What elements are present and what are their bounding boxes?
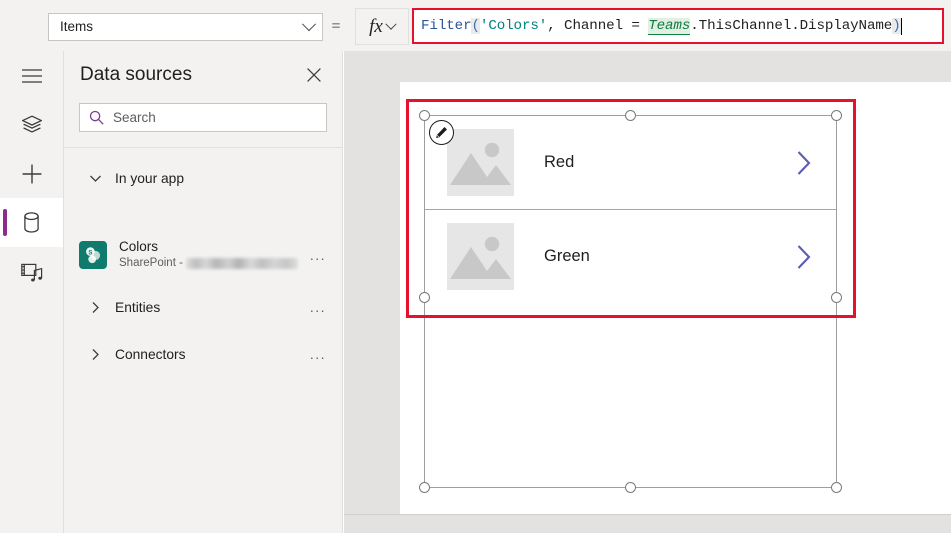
gallery-item[interactable]: Green bbox=[425, 209, 836, 303]
data-source-more-button[interactable]: ... bbox=[303, 248, 333, 262]
redacted-account-email bbox=[185, 257, 298, 269]
gallery-item-label: Red bbox=[544, 153, 575, 171]
group-more-button[interactable]: ... bbox=[303, 347, 333, 361]
rail-item-media[interactable] bbox=[0, 247, 63, 296]
rail-item-insert[interactable] bbox=[0, 149, 63, 198]
formula-token-plain: , Channel = bbox=[547, 17, 649, 34]
database-icon bbox=[24, 212, 39, 233]
search-icon bbox=[89, 110, 104, 125]
close-icon bbox=[307, 68, 321, 82]
svg-text:S: S bbox=[88, 249, 92, 256]
rail-item-menu[interactable] bbox=[0, 51, 63, 100]
chevron-down-icon bbox=[385, 18, 397, 30]
gallery-item-label: Green bbox=[544, 247, 590, 265]
data-sources-panel: Data sources Search In your app S Colors… bbox=[64, 51, 343, 533]
group-label: In your app bbox=[115, 170, 185, 186]
resize-handle-bottom-left[interactable] bbox=[419, 482, 430, 493]
rail-item-tree-view[interactable] bbox=[0, 100, 63, 149]
group-entities[interactable]: Entities ... bbox=[64, 290, 343, 324]
property-dropdown[interactable]: Items bbox=[48, 13, 323, 41]
chevron-right-icon bbox=[78, 301, 112, 314]
edit-gallery-button[interactable] bbox=[429, 120, 454, 145]
search-placeholder: Search bbox=[113, 110, 156, 125]
data-source-subtitle: SharePoint - bbox=[119, 256, 303, 270]
formula-token-paren: ) bbox=[892, 17, 901, 34]
media-icon bbox=[20, 263, 42, 281]
formula-text: Filter('Colors', Channel = Teams.ThisCha… bbox=[421, 17, 901, 35]
fx-icon: fx bbox=[369, 16, 383, 37]
chevron-right-icon[interactable] bbox=[796, 150, 812, 176]
chevron-right-icon[interactable] bbox=[796, 244, 812, 270]
data-source-subtitle-prefix: SharePoint - bbox=[119, 257, 183, 270]
sharepoint-icon: S bbox=[79, 241, 107, 269]
formula-token-str: 'Colors' bbox=[479, 17, 548, 34]
formula-token-fn: Filter bbox=[421, 17, 472, 34]
search-input[interactable]: Search bbox=[79, 103, 327, 132]
chevron-down-icon bbox=[301, 17, 317, 32]
chevron-down-icon bbox=[78, 172, 112, 185]
resize-handle-mid-right[interactable] bbox=[831, 292, 842, 303]
group-label: Connectors bbox=[115, 346, 186, 362]
panel-header: Data sources bbox=[64, 51, 343, 99]
formula-input[interactable]: Filter('Colors', Channel = Teams.ThisCha… bbox=[412, 8, 944, 44]
rail-item-data-sources[interactable] bbox=[0, 198, 63, 247]
panel-title: Data sources bbox=[80, 64, 192, 85]
image-placeholder-icon bbox=[447, 223, 514, 290]
group-in-your-app[interactable]: In your app bbox=[64, 161, 343, 195]
group-label: Entities bbox=[115, 299, 161, 315]
data-source-name: Colors bbox=[119, 239, 159, 255]
image-placeholder-icon bbox=[447, 129, 514, 196]
formula-token-paren: ( bbox=[471, 17, 480, 34]
gallery-item[interactable]: Red bbox=[425, 116, 836, 209]
fx-button[interactable]: fx bbox=[355, 8, 409, 45]
plus-icon bbox=[22, 164, 41, 183]
resize-handle-top-center[interactable] bbox=[625, 110, 636, 121]
data-source-text: Colors SharePoint - bbox=[119, 239, 303, 270]
equals-sign: = bbox=[331, 18, 341, 35]
data-source-item-colors[interactable]: S Colors SharePoint - ... bbox=[64, 233, 343, 277]
powerapps-studio-window: Items = fx Filter('Colors', Channel = Te… bbox=[0, 0, 951, 533]
layers-icon bbox=[21, 115, 42, 133]
formula-token-plain: .ThisChannel.DisplayName bbox=[690, 17, 893, 34]
property-dropdown-value: Items bbox=[60, 19, 94, 35]
left-icon-rail bbox=[0, 51, 64, 533]
resize-handle-bottom-center[interactable] bbox=[625, 482, 636, 493]
text-caret bbox=[900, 17, 903, 35]
resize-handle-top-left[interactable] bbox=[419, 110, 430, 121]
chevron-right-icon bbox=[78, 348, 112, 361]
group-more-button[interactable]: ... bbox=[303, 300, 333, 314]
pencil-icon bbox=[436, 126, 448, 139]
formula-bar-row: Items = fx Filter('Colors', Channel = Te… bbox=[0, 0, 951, 51]
gallery-control[interactable]: Red Green bbox=[424, 115, 837, 303]
menu-icon bbox=[21, 68, 42, 83]
resize-handle-bottom-right[interactable] bbox=[831, 482, 842, 493]
resize-handle-top-right[interactable] bbox=[831, 110, 842, 121]
group-connectors[interactable]: Connectors ... bbox=[64, 337, 343, 371]
close-button[interactable] bbox=[297, 58, 331, 92]
canvas-bottom-edge bbox=[344, 514, 951, 515]
resize-handle-mid-left[interactable] bbox=[419, 292, 430, 303]
formula-token-obj: Teams bbox=[648, 17, 691, 35]
divider bbox=[64, 147, 343, 148]
